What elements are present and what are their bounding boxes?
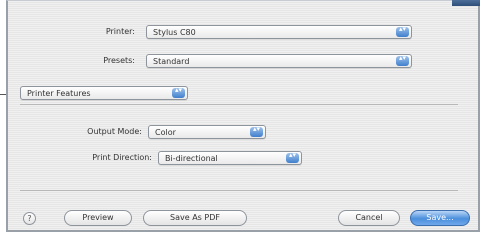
popup-arrows-icon: ▴▾ xyxy=(250,126,263,137)
bottom-divider xyxy=(20,190,458,191)
popup-arrows-icon: ▴▾ xyxy=(286,152,299,163)
print-direction-label: Print Direction: xyxy=(92,153,152,162)
popup-arrows-icon: ▴▾ xyxy=(396,55,409,66)
printer-label: Printer: xyxy=(105,27,135,36)
printer-value: Stylus C80 xyxy=(153,28,196,37)
save-as-pdf-button[interactable]: Save As PDF xyxy=(143,210,247,226)
print-direction-popup[interactable]: Bi-directional ▴▾ xyxy=(158,151,302,165)
help-icon[interactable]: ? xyxy=(23,212,36,225)
presets-label: Presets: xyxy=(103,56,135,65)
panel-popup[interactable]: Printer Features ▴▾ xyxy=(20,86,188,100)
print-direction-value: Bi-directional xyxy=(165,154,218,163)
popup-arrows-icon: ▴▾ xyxy=(172,87,185,98)
presets-popup[interactable]: Standard ▴▾ xyxy=(146,54,412,68)
save-button[interactable]: Save... xyxy=(410,210,470,226)
output-mode-label: Output Mode: xyxy=(87,127,142,136)
panel-value: Printer Features xyxy=(27,89,91,98)
output-mode-popup[interactable]: Color ▴▾ xyxy=(148,125,266,139)
output-mode-value: Color xyxy=(155,128,176,137)
popup-arrows-icon: ▴▾ xyxy=(396,26,409,37)
cancel-button[interactable]: Cancel xyxy=(338,210,400,226)
panel-divider xyxy=(20,104,458,105)
printer-popup[interactable]: Stylus C80 ▴▾ xyxy=(146,25,412,39)
presets-value: Standard xyxy=(153,57,190,66)
title-bar-fragment xyxy=(452,0,480,6)
preview-button[interactable]: Preview xyxy=(64,210,132,226)
